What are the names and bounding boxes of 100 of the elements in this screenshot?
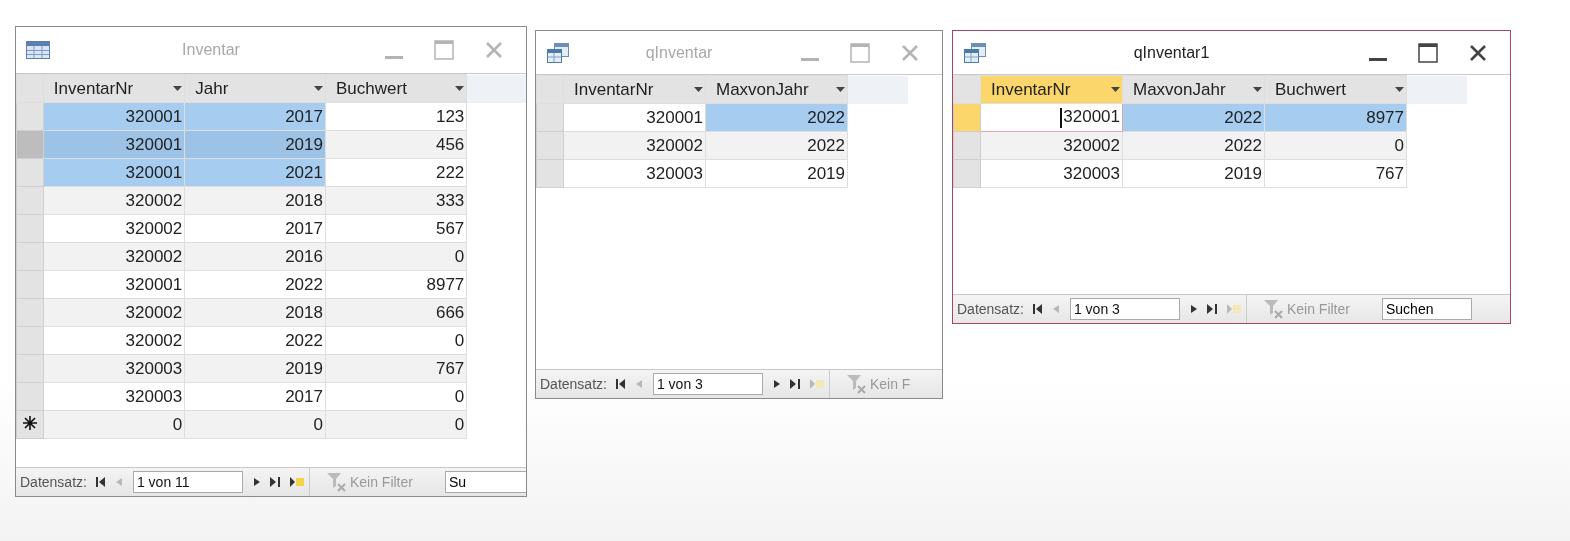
maximize-icon — [434, 40, 454, 60]
table-cell[interactable]: 320001 — [980, 103, 1123, 132]
record-label: Datensatz: — [20, 474, 87, 490]
table-cell[interactable]: 2019 — [184, 354, 326, 383]
query-icon — [963, 42, 987, 63]
column-header[interactable]: InventarNr — [563, 75, 706, 104]
table-cell[interactable]: 767 — [325, 354, 467, 383]
table-cell[interactable]: 320001 — [563, 103, 706, 132]
prev-record-icon — [635, 380, 642, 388]
table-cell[interactable]: 0 — [184, 410, 326, 439]
column-header[interactable]: Buchwert — [1264, 75, 1407, 104]
table-cell[interactable]: 320001 — [43, 102, 185, 131]
last-record-icon — [269, 477, 280, 487]
table-cell[interactable]: 666 — [325, 298, 467, 327]
dropdown-arrow-icon[interactable] — [1395, 87, 1404, 92]
record-label: Datensatz: — [957, 301, 1024, 317]
prev-record-icon — [1052, 305, 1059, 313]
table-cell[interactable]: 456 — [325, 130, 467, 159]
table-cell[interactable]: 8977 — [1264, 103, 1407, 132]
table-cell[interactable]: 320002 — [980, 131, 1123, 160]
column-header[interactable]: MaxvonJahr — [1122, 75, 1265, 104]
table-cell[interactable]: 320002 — [43, 242, 185, 271]
close-icon — [901, 43, 919, 62]
column-header[interactable]: InventarNr — [980, 75, 1123, 104]
table-cell[interactable]: 320002 — [43, 298, 185, 327]
dropdown-arrow-icon[interactable] — [173, 86, 183, 91]
window-title: qInventar1 — [1132, 43, 1211, 62]
table-cell[interactable]: 567 — [325, 214, 467, 243]
table-cell[interactable]: 0 — [1264, 131, 1407, 160]
table-cell[interactable]: 0 — [325, 382, 467, 411]
table-cell[interactable]: 320003 — [43, 382, 185, 411]
select-all-corner[interactable] — [536, 75, 564, 104]
filter-icon — [845, 374, 868, 394]
record-number-field[interactable]: 1 von 3 — [652, 373, 763, 395]
table-cell[interactable]: 333 — [325, 186, 467, 215]
dropdown-arrow-icon[interactable] — [314, 86, 323, 91]
window-title: Inventar — [181, 41, 241, 59]
minimize-icon — [1369, 58, 1387, 61]
table-cell[interactable]: 320002 — [43, 214, 185, 243]
table-cell[interactable]: 2022 — [705, 103, 848, 132]
close-icon — [485, 41, 503, 59]
search-field[interactable]: Su — [444, 471, 526, 493]
maximize-icon — [1418, 42, 1438, 63]
minimize-icon — [801, 58, 819, 61]
table-cell[interactable]: 2017 — [184, 214, 326, 243]
table-cell[interactable]: 320003 — [563, 159, 706, 188]
dropdown-arrow-icon[interactable] — [455, 86, 465, 91]
table-cell[interactable]: 2017 — [184, 102, 326, 131]
table-cell[interactable]: 320001 — [43, 158, 185, 187]
new-record-icon — [22, 415, 37, 430]
column-header[interactable]: Jahr — [184, 74, 326, 103]
table-cell[interactable]: 2022 — [705, 131, 848, 160]
last-record-icon — [1206, 304, 1217, 314]
table-cell[interactable]: 2019 — [1122, 159, 1265, 188]
record-label: Datensatz: — [540, 376, 607, 392]
last-record-icon — [789, 379, 800, 389]
table-cell[interactable]: 8977 — [325, 270, 467, 299]
table-cell[interactable]: 320001 — [43, 270, 185, 299]
table-cell[interactable]: 0 — [325, 242, 467, 271]
dropdown-arrow-icon[interactable] — [1111, 87, 1120, 92]
table-cell[interactable]: 2022 — [1122, 131, 1265, 160]
table-cell[interactable]: 2022 — [184, 326, 326, 355]
table-cell[interactable]: 320002 — [563, 131, 706, 160]
table-cell[interactable]: 2022 — [1122, 103, 1265, 132]
table-cell[interactable]: 320002 — [43, 326, 185, 355]
table-cell[interactable]: 2019 — [184, 130, 326, 159]
table-cell[interactable]: 222 — [325, 158, 467, 187]
record-number-field[interactable]: 1 von 3 — [1069, 298, 1180, 320]
table-cell[interactable]: 0 — [325, 326, 467, 355]
table-cell[interactable]: 2017 — [184, 382, 326, 411]
column-header[interactable]: Buchwert — [325, 74, 467, 103]
table-cell[interactable]: 0 — [325, 410, 467, 439]
table-cell[interactable]: 320001 — [43, 130, 185, 159]
table-cell[interactable]: 320003 — [43, 354, 185, 383]
dropdown-arrow-icon[interactable] — [836, 87, 845, 92]
column-header[interactable]: InventarNr — [43, 74, 185, 103]
table-cell[interactable]: 2018 — [184, 298, 326, 327]
select-all-corner[interactable] — [953, 75, 981, 104]
table-cell[interactable]: 2021 — [184, 158, 326, 187]
first-record-icon — [615, 379, 626, 389]
table-cell[interactable]: 2019 — [705, 159, 848, 188]
record-number-field[interactable]: 1 von 11 — [132, 471, 243, 493]
dropdown-arrow-icon[interactable] — [1253, 87, 1262, 92]
table-cell[interactable]: 0 — [43, 410, 185, 439]
table-cell[interactable]: 320003 — [980, 159, 1123, 188]
first-record-icon — [1032, 304, 1043, 314]
select-all-corner[interactable] — [16, 74, 44, 103]
table-cell[interactable]: 2022 — [184, 270, 326, 299]
close-icon — [1469, 43, 1487, 62]
table-cell[interactable]: 320002 — [43, 186, 185, 215]
table-cell[interactable]: 2018 — [184, 186, 326, 215]
column-header[interactable]: MaxvonJahr — [705, 75, 848, 104]
table-cell[interactable]: 767 — [1264, 159, 1407, 188]
minimize-icon — [385, 55, 403, 59]
table-cell[interactable]: 2016 — [184, 242, 326, 271]
row-selector[interactable] — [16, 410, 44, 439]
table-cell[interactable]: 123 — [325, 102, 467, 131]
next-record-icon — [1190, 305, 1197, 313]
dropdown-arrow-icon[interactable] — [694, 87, 703, 92]
search-field[interactable]: Suchen — [1381, 298, 1472, 320]
